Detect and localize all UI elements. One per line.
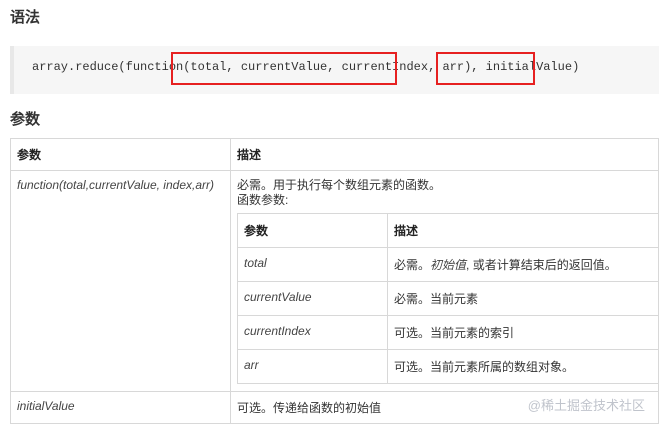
- inner-param-arr: arr: [238, 350, 388, 384]
- inner-desc-currentindex: 可选。当前元素的索引: [388, 316, 659, 350]
- inner-param-currentindex: currentIndex: [238, 316, 388, 350]
- watermark: @稀土掘金技术社区: [528, 395, 645, 414]
- header-param: 参数: [11, 139, 231, 171]
- inner-row: total 必需。初始值, 或者计算结束后的返回值。: [238, 248, 659, 282]
- params-table: 参数 描述 function(total,currentValue, index…: [10, 138, 659, 424]
- inner-row: currentValue 必需。当前元素: [238, 282, 659, 316]
- inner-header-desc: 描述: [388, 214, 659, 248]
- table-row: function(total,currentValue, index,arr) …: [11, 171, 659, 392]
- desc-function-line2: 函数参数:: [237, 193, 652, 208]
- highlight-initial-value: [436, 52, 535, 85]
- inner-header-param: 参数: [238, 214, 388, 248]
- table-header-row: 参数 描述: [11, 139, 659, 171]
- params-heading: 参数: [10, 108, 40, 129]
- desc-function-line1: 必需。用于执行每个数组元素的函数。: [237, 178, 652, 193]
- inner-row: arr 可选。当前元素所属的数组对象。: [238, 350, 659, 384]
- inner-desc-total-italic: 初始值: [430, 258, 466, 272]
- highlight-callback-params: [171, 52, 397, 85]
- inner-param-total: total: [238, 248, 388, 282]
- inner-desc-total-prefix: 必需。: [394, 258, 430, 272]
- inner-row: currentIndex 可选。当前元素的索引: [238, 316, 659, 350]
- inner-params-table: 参数 描述 total 必需。初始值, 或者计算结束后的返回值。 current…: [237, 213, 659, 384]
- inner-desc-arr: 可选。当前元素所属的数组对象。: [388, 350, 659, 384]
- inner-desc-total: 必需。初始值, 或者计算结束后的返回值。: [388, 248, 659, 282]
- desc-function: 必需。用于执行每个数组元素的函数。 函数参数: 参数 描述 total 必需。初…: [231, 171, 659, 392]
- param-function: function(total,currentValue, index,arr): [11, 171, 231, 392]
- header-desc: 描述: [231, 139, 659, 171]
- inner-header-row: 参数 描述: [238, 214, 659, 248]
- inner-desc-total-suffix: , 或者计算结束后的返回值。: [466, 258, 617, 272]
- syntax-heading: 语法: [10, 6, 40, 27]
- param-initialvalue: initialValue: [11, 392, 231, 424]
- inner-desc-currentvalue: 必需。当前元素: [388, 282, 659, 316]
- inner-param-currentvalue: currentValue: [238, 282, 388, 316]
